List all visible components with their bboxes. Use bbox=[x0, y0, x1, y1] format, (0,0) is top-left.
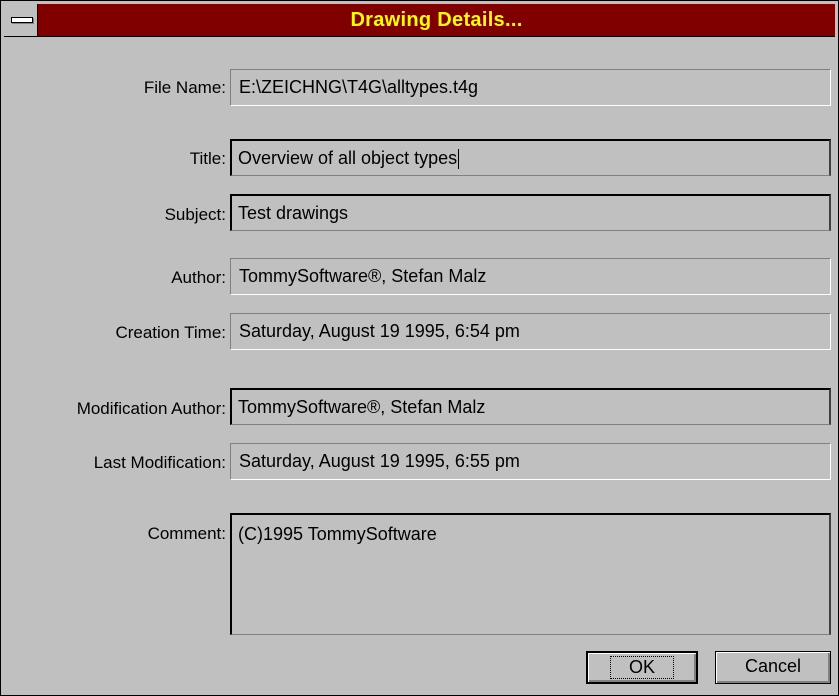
subject-input[interactable]: Test drawings bbox=[230, 194, 831, 231]
title-bar[interactable]: Drawing Details... bbox=[4, 4, 835, 37]
title-input[interactable]: Overview of all object types bbox=[230, 139, 831, 176]
modification-author-label: Modification Author: bbox=[76, 399, 226, 418]
creation-time-value: Saturday, August 19 1995, 6:54 pm bbox=[230, 313, 831, 350]
cancel-button-label: Cancel bbox=[744, 656, 802, 676]
ok-button[interactable]: OK bbox=[586, 651, 698, 684]
system-menu-bar-glyph bbox=[11, 17, 33, 23]
system-menu-icon[interactable] bbox=[4, 4, 38, 36]
text-caret bbox=[458, 149, 460, 170]
creation-time-label: Creation Time: bbox=[115, 323, 226, 342]
title-label: Title: bbox=[189, 149, 226, 168]
author-value: TommySoftware®, Stefan Malz bbox=[230, 258, 831, 295]
cancel-button[interactable]: Cancel bbox=[715, 651, 831, 684]
subject-label: Subject: bbox=[164, 205, 226, 224]
comment-label: Comment: bbox=[147, 524, 226, 543]
modification-author-input[interactable]: TommySoftware®, Stefan Malz bbox=[230, 388, 831, 425]
file-name-label: File Name: bbox=[143, 78, 226, 97]
window-title: Drawing Details... bbox=[350, 9, 523, 31]
author-label: Author: bbox=[171, 268, 226, 287]
ok-button-label: OK bbox=[609, 656, 674, 679]
comment-textarea[interactable]: (C)1995 TommySoftware bbox=[230, 513, 831, 635]
file-name-value: E:\ZEICHNG\T4G\alltypes.t4g bbox=[230, 69, 831, 106]
last-modification-label: Last Modification: bbox=[93, 453, 226, 472]
title-input-text: Overview of all object types bbox=[238, 148, 458, 168]
dialog-window: Drawing Details... File Name: E:\ZEICHNG… bbox=[0, 0, 839, 696]
last-modification-value: Saturday, August 19 1995, 6:55 pm bbox=[230, 443, 831, 480]
